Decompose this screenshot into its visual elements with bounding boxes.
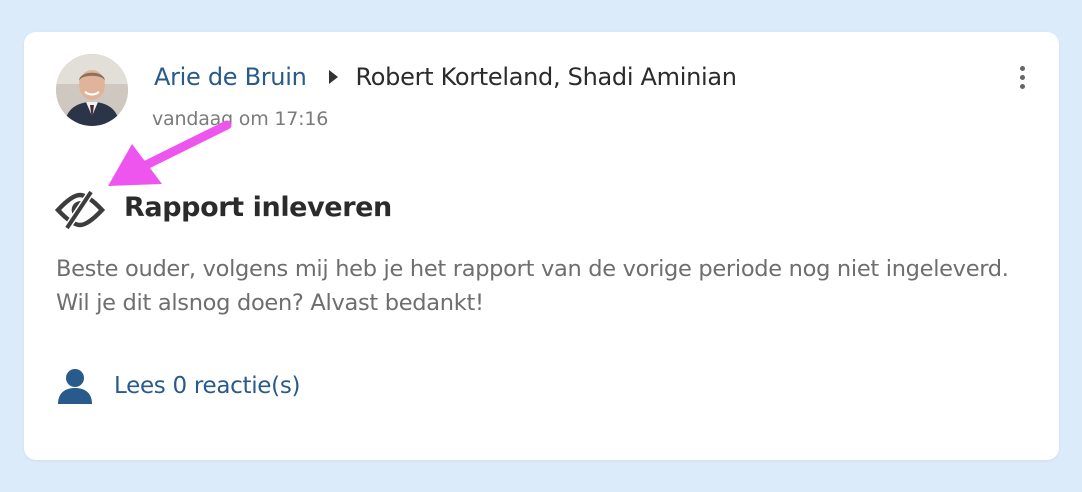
- read-comments-label: Lees 0 reactie(s): [114, 373, 301, 399]
- message-card: Arie de Bruin Robert Korteland, Shadi Am…: [24, 32, 1059, 460]
- read-comments-link[interactable]: Lees 0 reactie(s): [56, 366, 300, 406]
- avatar[interactable]: [56, 54, 128, 126]
- message-header: Arie de Bruin Robert Korteland, Shadi Am…: [154, 60, 737, 94]
- recipients: Robert Korteland, Shadi Aminian: [355, 63, 737, 91]
- caret-right-icon: [328, 70, 338, 84]
- author-link[interactable]: Arie de Bruin: [154, 63, 307, 91]
- user-icon: [58, 369, 92, 404]
- message-body: Beste ouder, volgens mij heb je het rapp…: [56, 256, 1009, 316]
- more-vertical-icon[interactable]: [1012, 62, 1032, 92]
- timestamp: vandaag om 17:16: [152, 108, 329, 130]
- message-title: Rapport inleveren: [124, 192, 392, 223]
- eye-slash-icon[interactable]: [54, 190, 106, 230]
